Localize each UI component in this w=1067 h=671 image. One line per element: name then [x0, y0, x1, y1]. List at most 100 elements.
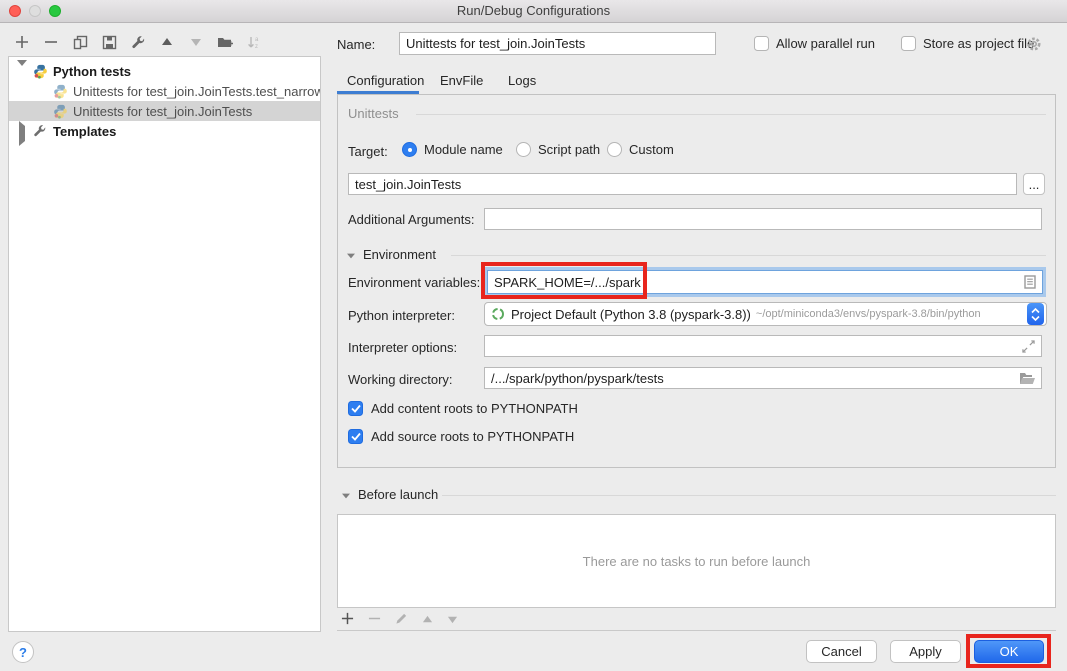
section-separator	[451, 255, 1046, 256]
configuration-panel: Unittests Target: Module name Script pat…	[337, 94, 1056, 468]
tree-item-label: Unittests for test_join.JoinTests	[73, 104, 252, 119]
checkbox-unchecked-icon[interactable]	[754, 36, 769, 51]
copy-configuration-icon[interactable]	[72, 34, 88, 50]
before-launch-empty-text: There are no tasks to run before launch	[583, 554, 811, 569]
conda-environment-icon	[491, 307, 505, 321]
templates-wrench-icon	[33, 124, 48, 139]
name-value: Unittests for test_join.JoinTests	[406, 36, 585, 51]
environment-variables-input[interactable]: SPARK_HOME=/.../spark	[487, 270, 1043, 294]
window-titlebar: Run/Debug Configurations	[0, 0, 1067, 23]
configurations-toolbar: az	[14, 33, 262, 51]
configurations-tree: Python tests Unittests for test_join.Joi…	[8, 56, 321, 632]
add-task-icon[interactable]	[341, 612, 354, 628]
sort-alphabetically-icon: az	[246, 34, 262, 50]
expand-editor-icon[interactable]	[1022, 340, 1035, 353]
browse-button[interactable]: ...	[1023, 173, 1045, 195]
tree-item-python-tests[interactable]: Python tests	[9, 61, 320, 81]
add-content-roots-checkbox[interactable]: Add content roots to PYTHONPATH	[348, 401, 578, 416]
name-label: Name:	[337, 37, 375, 52]
edit-templates-wrench-icon[interactable]	[130, 34, 146, 50]
unittests-section-label: Unittests	[348, 106, 399, 121]
additional-arguments-label: Additional Arguments:	[348, 212, 474, 227]
python-interpreter-select[interactable]: Project Default (Python 3.8 (pyspark-3.8…	[484, 302, 1047, 326]
add-source-roots-checkbox[interactable]: Add source roots to PYTHONPATH	[348, 429, 574, 444]
move-task-up-icon	[422, 613, 433, 628]
working-directory-value: /.../spark/python/pyspark/tests	[491, 371, 664, 386]
target-script-path-radio[interactable]: Script path	[516, 142, 600, 157]
tree-item-unittests-jointests-selected[interactable]: Unittests for test_join.JoinTests	[9, 101, 320, 121]
working-directory-label: Working directory:	[348, 372, 453, 387]
move-down-icon	[188, 34, 204, 50]
apply-button[interactable]: Apply	[890, 640, 961, 663]
before-launch-toolbar	[341, 612, 458, 628]
radio-unselected-icon[interactable]	[607, 142, 622, 157]
allow-parallel-run-label: Allow parallel run	[776, 36, 875, 51]
environment-variables-label: Environment variables:	[348, 275, 480, 290]
help-question-label: ?	[19, 645, 27, 660]
zoom-window-icon[interactable]	[49, 5, 61, 17]
remove-task-icon	[368, 612, 381, 628]
checkbox-checked-icon[interactable]	[348, 401, 363, 416]
close-window-icon[interactable]	[9, 5, 21, 17]
collapsed-twisty-icon[interactable]	[17, 126, 27, 136]
ok-button[interactable]: OK	[974, 640, 1044, 663]
before-launch-section-toggle[interactable]: Before launch	[341, 487, 438, 502]
cancel-button[interactable]: Cancel	[806, 640, 877, 663]
tab-envfile[interactable]: EnvFile	[440, 73, 483, 88]
expanded-twisty-icon[interactable]	[17, 66, 27, 76]
store-options-gear-icon[interactable]	[1026, 36, 1042, 55]
before-launch-label: Before launch	[358, 487, 438, 502]
browse-ellipsis-label: ...	[1029, 177, 1040, 192]
checkbox-unchecked-icon[interactable]	[901, 36, 916, 51]
python-tests-icon	[33, 64, 48, 79]
remove-configuration-icon[interactable]	[43, 34, 59, 50]
checkbox-checked-icon[interactable]	[348, 429, 363, 444]
radio-selected-icon[interactable]	[402, 142, 417, 157]
interpreter-options-label: Interpreter options:	[348, 340, 457, 355]
radio-unselected-icon[interactable]	[516, 142, 531, 157]
target-custom-radio[interactable]: Custom	[607, 142, 674, 157]
add-configuration-icon[interactable]	[14, 34, 30, 50]
cancel-label: Cancel	[821, 644, 861, 659]
ok-label: OK	[1000, 644, 1019, 659]
target-label: Target:	[348, 144, 388, 159]
module-name-value: test_join.JoinTests	[355, 177, 461, 192]
module-name-input[interactable]: test_join.JoinTests	[348, 173, 1017, 195]
select-stepper-icon[interactable]	[1027, 303, 1044, 325]
browse-folder-icon[interactable]	[1019, 372, 1035, 385]
environment-section-label: Environment	[363, 247, 436, 262]
working-directory-input[interactable]: /.../spark/python/pyspark/tests	[484, 367, 1042, 389]
python-interpreter-path: ~/opt/miniconda3/envs/pyspark-3.8/bin/py…	[756, 308, 981, 320]
allow-parallel-run-checkbox[interactable]: Allow parallel run	[754, 36, 875, 51]
expanded-twisty-icon[interactable]	[342, 493, 350, 498]
python-interpreter-label: Python interpreter:	[348, 308, 455, 323]
window-title: Run/Debug Configurations	[0, 0, 1067, 22]
before-launch-task-list[interactable]: There are no tasks to run before launch	[337, 514, 1056, 608]
move-up-icon[interactable]	[159, 34, 175, 50]
tab-configuration[interactable]: Configuration	[347, 73, 424, 88]
environment-variables-value: SPARK_HOME=/.../spark	[494, 275, 641, 290]
store-as-project-file-label: Store as project file	[923, 36, 1034, 51]
name-input[interactable]: Unittests for test_join.JoinTests	[399, 32, 716, 55]
environment-section-toggle[interactable]: Environment	[346, 247, 436, 262]
target-custom-label: Custom	[629, 142, 674, 157]
tab-logs[interactable]: Logs	[508, 73, 536, 88]
target-module-name-radio[interactable]: Module name	[402, 142, 503, 157]
store-as-project-file-checkbox[interactable]: Store as project file	[901, 36, 1034, 51]
tree-item-templates[interactable]: Templates	[9, 121, 320, 141]
additional-arguments-input[interactable]	[484, 208, 1042, 230]
svg-text:a: a	[255, 37, 259, 43]
help-button[interactable]: ?	[12, 641, 34, 663]
add-content-roots-label: Add content roots to PYTHONPATH	[371, 401, 578, 416]
expanded-twisty-icon[interactable]	[347, 253, 355, 258]
edit-variables-icon[interactable]	[1024, 275, 1036, 289]
save-configuration-icon[interactable]	[101, 34, 117, 50]
new-folder-icon[interactable]	[217, 34, 233, 50]
section-separator	[442, 495, 1056, 496]
target-module-name-label: Module name	[424, 142, 503, 157]
edit-task-pencil-icon	[395, 612, 408, 628]
interpreter-options-input[interactable]	[484, 335, 1042, 357]
tree-item-unittests-test-narrow[interactable]: Unittests for test_join.JoinTests.test_n…	[9, 81, 320, 101]
section-separator	[416, 114, 1046, 115]
tree-item-label: Templates	[53, 124, 116, 139]
